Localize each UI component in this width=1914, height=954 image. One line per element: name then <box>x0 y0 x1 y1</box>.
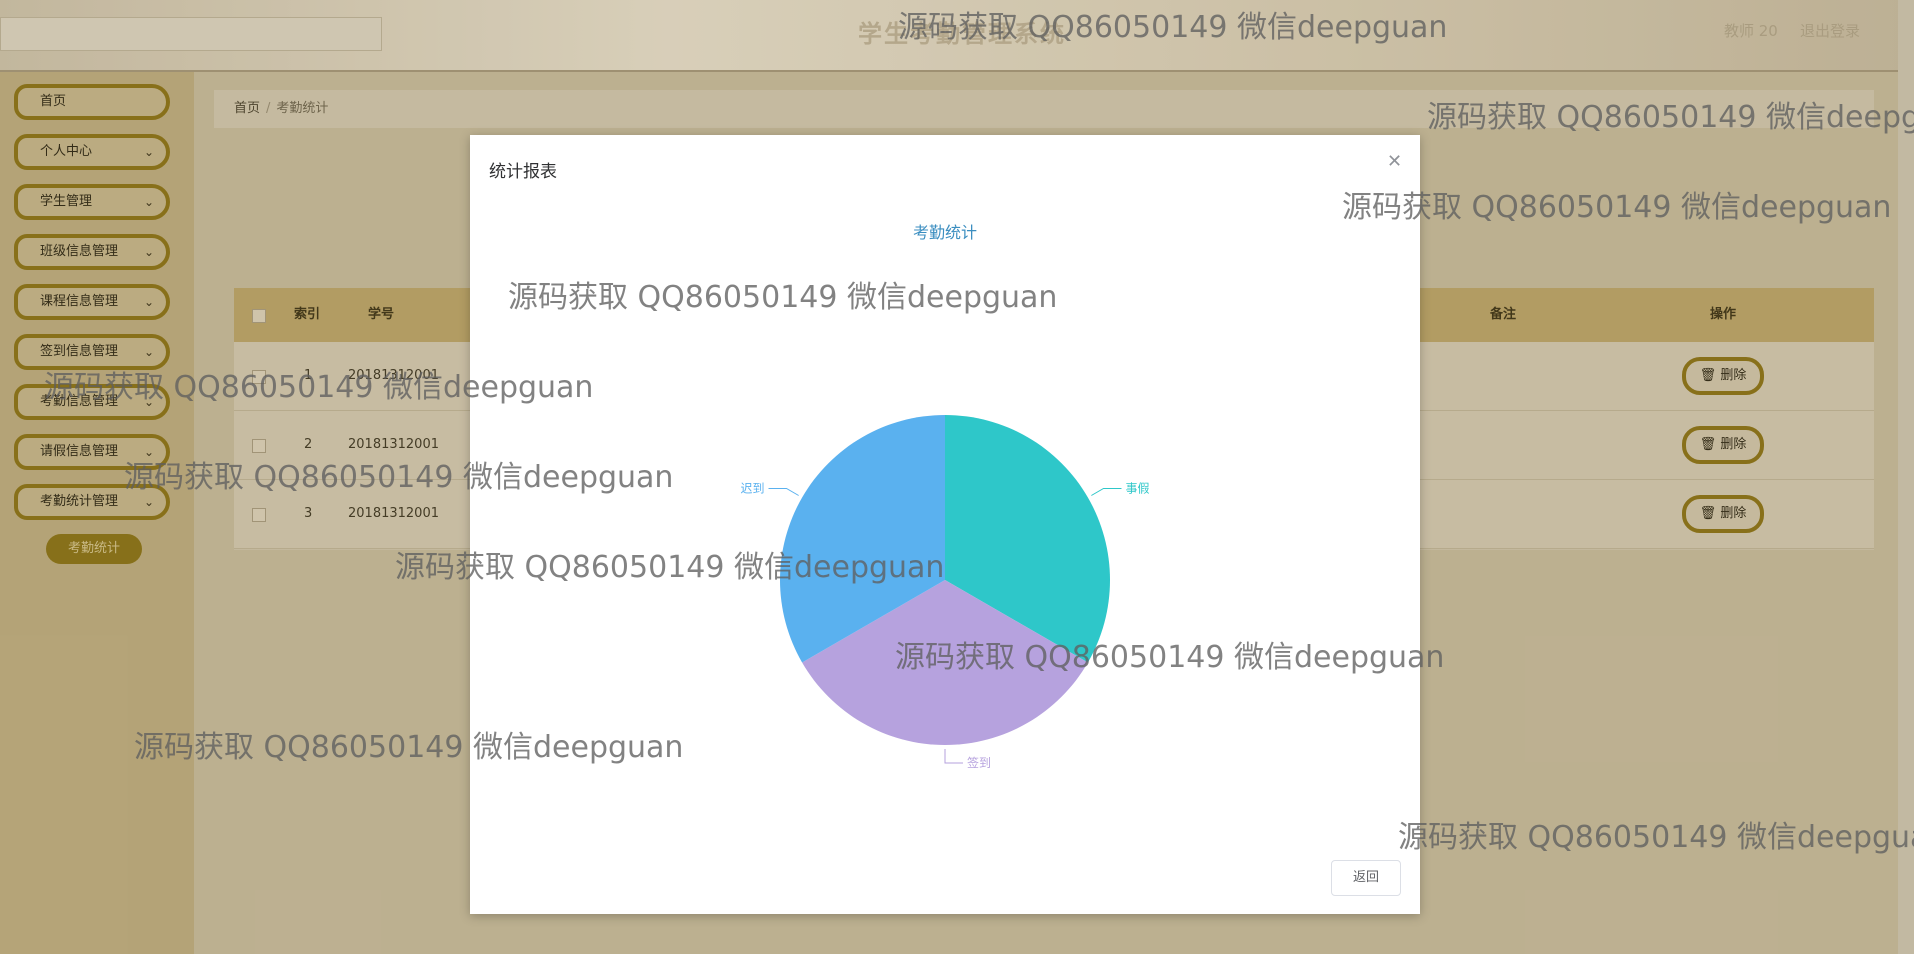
watermark: 源码获取 QQ86050149 微信deepguan <box>395 550 945 585</box>
pie-slice-label: 迟到 <box>741 482 765 496</box>
watermark: 源码获取 QQ86050149 微信deepguan <box>1398 820 1914 855</box>
pie-label-line <box>944 749 963 764</box>
watermark: 源码获取 QQ86050149 微信deepguan <box>508 280 1058 315</box>
watermark: 源码获取 QQ86050149 微信deepguan <box>44 370 594 405</box>
watermark: 源码获取 QQ86050149 微信deepguan <box>134 730 684 765</box>
watermark: 源码获取 QQ86050149 微信deepguan <box>1342 190 1892 225</box>
stats-report-dialog: 统计报表 ✕ 考勤统计 事假 签到 迟到 返回 <box>470 135 1420 914</box>
pie-label-line <box>1091 488 1122 496</box>
back-button[interactable]: 返回 <box>1331 860 1401 896</box>
watermark: 源码获取 QQ86050149 微信deepguan <box>1427 100 1914 135</box>
watermark: 源码获取 QQ86050149 微信deepguan <box>124 460 674 495</box>
pie-label-line <box>768 488 799 496</box>
watermark: 源码获取 QQ86050149 微信deepguan <box>898 10 1448 45</box>
pie-chart: 事假签到 迟到 <box>741 414 1149 770</box>
pie-slice-label: 事假 <box>1125 482 1149 496</box>
pie-slice-label: 签到 <box>967 755 991 770</box>
watermark: 源码获取 QQ86050149 微信deepguan <box>895 640 1445 675</box>
